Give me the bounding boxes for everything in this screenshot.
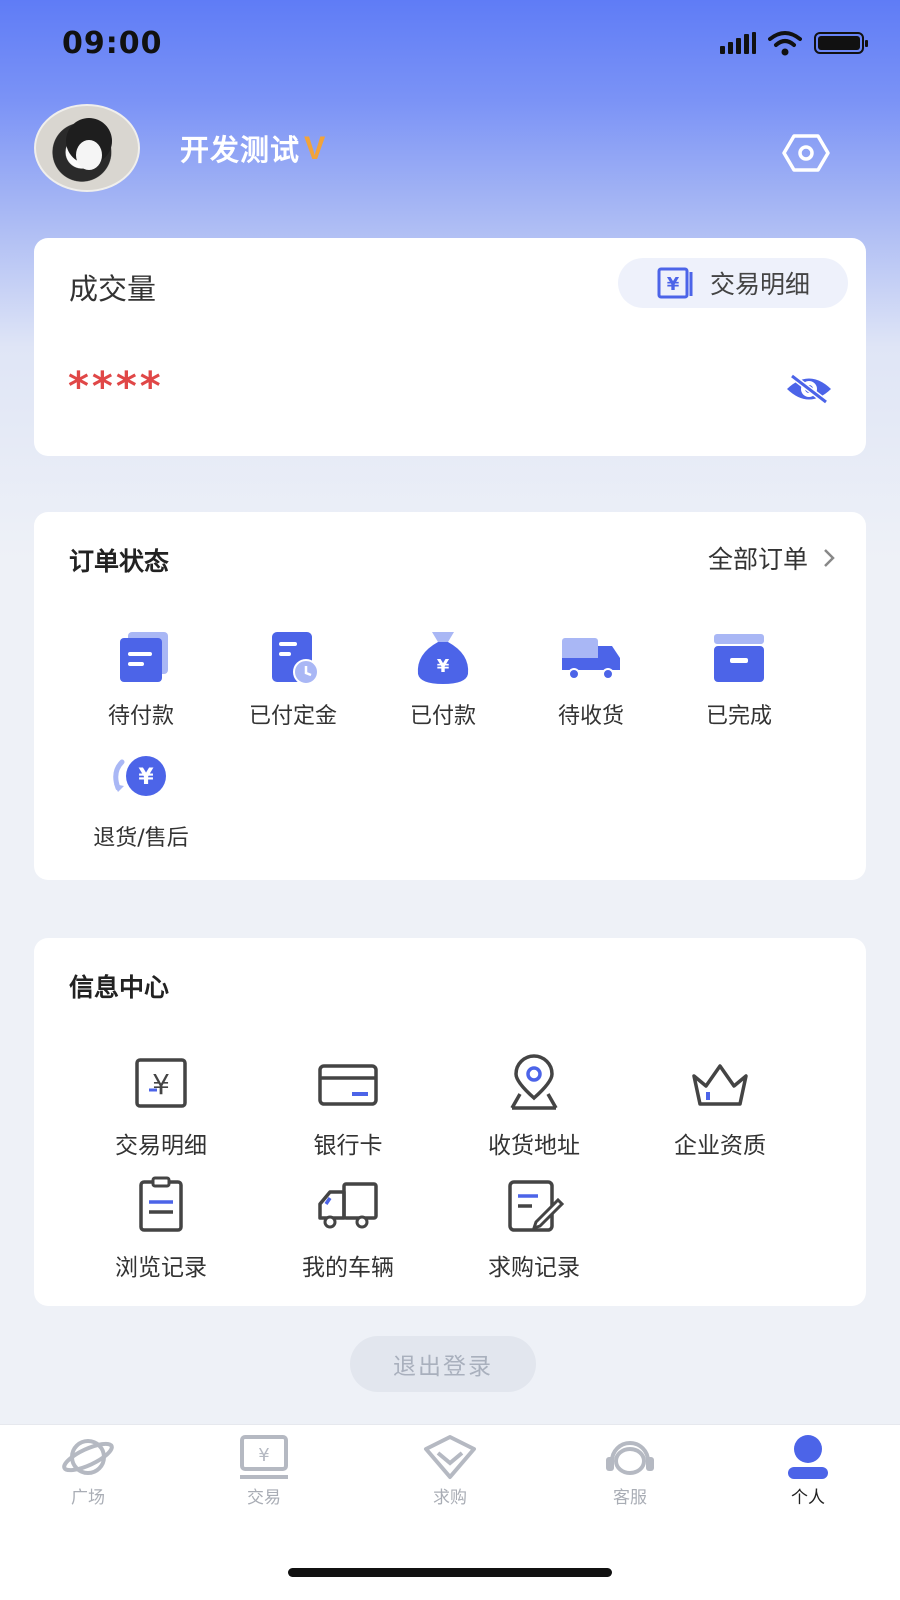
info-enterprise-qualification-label: 企业资质 [674, 1133, 766, 1159]
profile-header: 开发测试 V [34, 104, 325, 192]
order-pending-payment[interactable]: 待付款 [66, 628, 216, 730]
transaction-detail-button[interactable]: ¥ 交易明细 [618, 258, 848, 308]
person-icon [788, 1435, 828, 1479]
yuan-receipt-icon: ¥ [135, 1058, 187, 1108]
username: 开发测试 [180, 133, 301, 167]
battery-icon [814, 32, 868, 54]
tab-plaza-label: 广场 [71, 1488, 105, 1508]
home-indicator [288, 1568, 612, 1577]
tab-trade-label: 交易 [247, 1488, 281, 1508]
deposit-paid-icon [272, 632, 319, 685]
logout-button[interactable]: 退出登录 [350, 1336, 536, 1392]
avatar[interactable] [34, 104, 140, 192]
order-refund[interactable]: ¥ 退货/售后 [66, 750, 216, 852]
wifi-icon [768, 31, 802, 56]
crown-icon [692, 1064, 748, 1106]
tab-purchase-label: 求购 [433, 1488, 467, 1508]
bank-card-icon [318, 1064, 378, 1106]
headset-icon [606, 1441, 654, 1475]
edit-note-icon [508, 1180, 565, 1232]
status-bar: 09:00 [0, 0, 900, 90]
refund-icon: ¥ [113, 756, 166, 796]
masked-volume-value: **** [68, 364, 164, 410]
vip-badge: V [304, 129, 326, 166]
eye-off-icon[interactable] [784, 372, 834, 406]
info-center-title: 信息中心 [69, 973, 170, 1002]
transaction-detail-label: 交易明细 [709, 270, 810, 299]
info-purchase-requests-label: 求购记录 [488, 1255, 580, 1281]
tab-personal[interactable]: 个人 [748, 1433, 868, 1508]
info-browse-history-label: 浏览记录 [115, 1255, 207, 1281]
info-bank-card[interactable]: 银行卡 [258, 1054, 438, 1160]
money-bag-icon: ¥ [417, 632, 469, 684]
yuan-receipt-icon: ¥ [657, 267, 693, 299]
tab-trade[interactable]: ¥ 交易 [204, 1433, 324, 1508]
order-paid-label: 已付款 [409, 704, 476, 729]
vehicle-icon [318, 1182, 378, 1229]
tab-plaza[interactable]: 广场 [28, 1433, 148, 1508]
order-deposit-paid-label: 已付定金 [248, 704, 337, 729]
diamond-icon [424, 1435, 476, 1479]
all-orders-link[interactable]: 全部订单 [708, 540, 836, 576]
info-shipping-address-label: 收货地址 [488, 1133, 580, 1159]
order-paid[interactable]: ¥ 已付款 [368, 628, 518, 730]
order-deposit-paid[interactable]: 已付定金 [218, 628, 368, 730]
info-transaction-detail[interactable]: ¥ 交易明细 [71, 1054, 251, 1160]
info-browse-history[interactable]: 浏览记录 [71, 1176, 251, 1282]
svg-text:¥: ¥ [667, 274, 680, 295]
volume-title: 成交量 [69, 272, 157, 306]
status-icons [720, 30, 868, 56]
order-pending-payment-label: 待付款 [107, 704, 174, 729]
order-completed-label: 已完成 [705, 704, 772, 729]
svg-text:¥: ¥ [138, 765, 154, 790]
truck-icon [562, 638, 620, 680]
order-status-title: 订单状态 [69, 547, 170, 576]
order-refund-label: 退货/售后 [93, 826, 189, 851]
svg-text:¥: ¥ [258, 1445, 269, 1466]
tab-purchase[interactable]: 求购 [390, 1433, 510, 1508]
info-bank-card-label: 银行卡 [313, 1133, 383, 1159]
box-icon [714, 634, 764, 682]
info-center-card: 信息中心 ¥ 交易明细 银行卡 收货地址 企业资质 浏览记录 我的车辆 求购记录 [34, 938, 866, 1306]
pending-payment-icon [120, 632, 168, 682]
trade-icon: ¥ [240, 1435, 288, 1479]
svg-text:¥: ¥ [437, 656, 450, 677]
info-transaction-detail-label: 交易明细 [115, 1133, 207, 1159]
tab-service-label: 客服 [613, 1488, 647, 1508]
tab-service[interactable]: 客服 [570, 1433, 690, 1508]
info-my-vehicles-label: 我的车辆 [302, 1255, 394, 1281]
order-awaiting-delivery[interactable]: 待收货 [516, 628, 666, 730]
order-completed[interactable]: 已完成 [664, 628, 814, 730]
tab-personal-label: 个人 [791, 1488, 825, 1508]
order-status-card: 订单状态 全部订单 待付款 已付定金 ¥ 已付款 待收货 已完成 ¥ 退货/售后 [34, 512, 866, 880]
clipboard-icon [139, 1176, 183, 1232]
status-time: 09:00 [62, 26, 163, 61]
chevron-right-icon [824, 549, 835, 567]
info-shipping-address[interactable]: 收货地址 [444, 1054, 624, 1160]
all-orders-label: 全部订单 [707, 545, 808, 574]
info-enterprise-qualification[interactable]: 企业资质 [630, 1054, 810, 1160]
signal-icon [720, 32, 756, 54]
planet-icon [62, 1439, 114, 1475]
info-my-vehicles[interactable]: 我的车辆 [258, 1176, 438, 1282]
info-purchase-requests[interactable]: 求购记录 [444, 1176, 624, 1282]
settings-hex-icon[interactable] [782, 133, 830, 173]
location-pin-icon [510, 1054, 558, 1110]
volume-card: 成交量 ¥ 交易明细 **** [34, 238, 866, 456]
order-awaiting-delivery-label: 待收货 [557, 704, 624, 729]
svg-text:¥: ¥ [152, 1068, 170, 1101]
